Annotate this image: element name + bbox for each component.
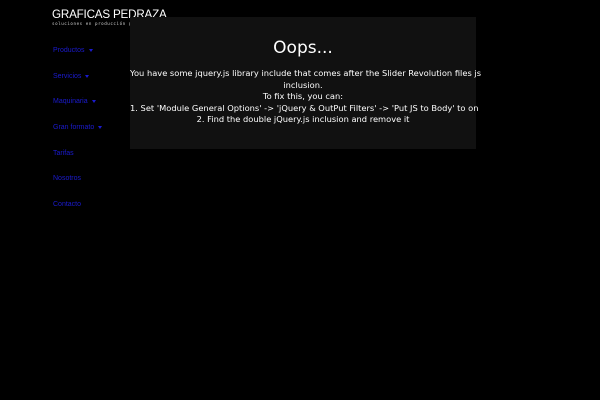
nav-item-tarifas[interactable]: Tarifas xyxy=(53,140,102,166)
nav-item-label: Tarifas xyxy=(53,149,74,157)
error-line: You have some jquery.js library include … xyxy=(130,68,482,78)
main-nav: Productos Servicios Maquinaria Gran form… xyxy=(53,38,103,218)
error-line: inclusion. xyxy=(283,79,323,90)
nav-item-label: Maquinaria xyxy=(53,98,88,106)
chevron-down-icon xyxy=(98,126,103,130)
nav-item-label: Productos xyxy=(53,47,85,55)
nav-item-label: Contacto xyxy=(53,200,82,208)
error-title: Oops... xyxy=(273,38,333,58)
chevron-down-icon xyxy=(91,100,96,104)
error-fix-step: 2. Find the double jQuery.js inclusion a… xyxy=(196,114,410,124)
error-fix-step: 1. Set 'Module General Options' -> 'jQue… xyxy=(130,102,479,113)
nav-item-label: Servicios xyxy=(53,72,82,80)
error-message: You have some jquery.js library include … xyxy=(130,68,482,126)
nav-item-servicios[interactable]: Servicios xyxy=(53,64,102,90)
error-line: To fix this, you can: xyxy=(262,91,344,101)
nav-item-contacto[interactable]: Contacto xyxy=(53,192,102,218)
nav-item-label: Gran formato xyxy=(53,124,95,132)
slider-error-panel: Oops... You have some jquery.js library … xyxy=(130,17,482,149)
nav-item-label: Nosotros xyxy=(53,175,82,183)
chevron-down-icon xyxy=(88,49,93,53)
nav-item-maquinaria[interactable]: Maquinaria xyxy=(53,89,102,115)
logo-name: GRAFICAS PEDRAZA xyxy=(52,7,167,21)
nav-item-gran-formato[interactable]: Gran formato xyxy=(53,115,103,141)
chevron-down-icon xyxy=(85,74,90,78)
logo-tagline-main: soluciones en producción grá xyxy=(52,21,138,26)
nav-item-productos[interactable]: Productos xyxy=(53,38,102,64)
nav-item-nosotros[interactable]: Nosotros xyxy=(53,166,102,192)
